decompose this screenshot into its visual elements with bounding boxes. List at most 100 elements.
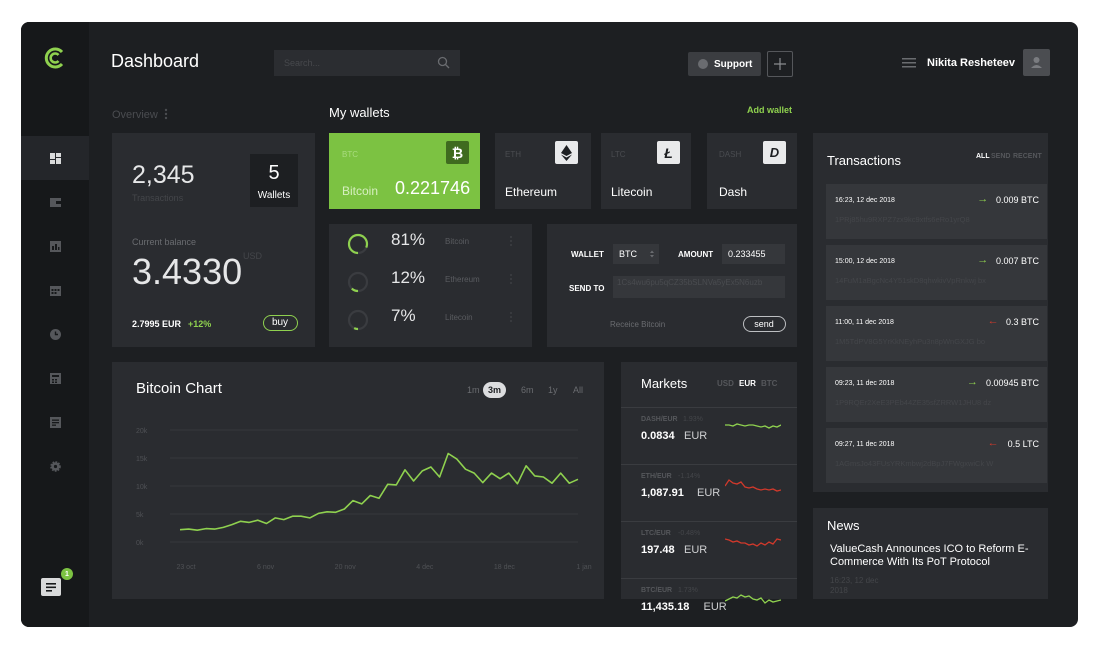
y-tick-label: 15k (136, 456, 148, 463)
arrow-left-icon: ← (987, 315, 999, 327)
wallet-code: LTC (611, 150, 626, 159)
wallet-select[interactable]: BTC (613, 244, 659, 264)
menu-icon[interactable] (902, 58, 916, 68)
support-label: Support (714, 59, 753, 70)
wallet-card-ltc[interactable]: LTC Ł Litecoin (601, 133, 691, 209)
send-to-value: 1Cs4wu6pu5qCZ35bSLNVa5yEx5N6uzb (617, 278, 763, 287)
market-value: 11,435.18 (641, 601, 690, 613)
sidebar-item-calculator[interactable] (21, 356, 89, 400)
wallets-count-box[interactable]: 5 Wallets (250, 154, 298, 207)
sidebar-item-wallet[interactable] (21, 180, 89, 224)
send-to-input[interactable]: 1Cs4wu6pu5qCZ35bSLNVa5yEx5N6uzb (613, 276, 785, 298)
market-currency-USD[interactable]: USD (717, 379, 734, 388)
market-pair: DASH/EUR (641, 416, 678, 423)
sparkline (725, 538, 781, 547)
wallet-icon (49, 197, 61, 207)
sidebar-item-documents[interactable] (21, 400, 89, 444)
x-tick-label: 6 nov (257, 564, 275, 571)
distribution-row[interactable]: 7% Litecoin (329, 300, 532, 338)
user-name[interactable]: Nikita Resheteev (927, 57, 1015, 69)
trend-up-sparkline (725, 423, 781, 429)
distribution-row[interactable]: 81% Bitcoin (329, 224, 532, 262)
support-button[interactable]: Support (688, 52, 761, 76)
transaction-address: 1M5TdPV8G5YrKkNEyhPu3n8pWnGXJG bo (835, 337, 986, 346)
transaction-address: 14FuM1aBgcNc4Y51skD8qhwkivVpRnkwj bx (835, 276, 986, 285)
sidebar: 1 (21, 22, 89, 627)
market-row[interactable]: ETH/EUR -1.14% 1,087.91 EUR (621, 464, 797, 521)
market-pair: BTC/EUR (641, 587, 673, 594)
distribution-ring (347, 233, 369, 255)
market-currency-BTC[interactable]: BTC (761, 379, 777, 388)
arrow-left-icon: ← (987, 437, 999, 449)
buy-button[interactable]: buy (263, 315, 298, 331)
send-to-label: SEND TO (569, 284, 605, 293)
wallet-code: BTC (342, 150, 358, 159)
market-row[interactable]: LTC/EUR -0.48% 197.48 EUR (621, 521, 797, 578)
select-arrows-icon (650, 250, 654, 258)
add-button[interactable] (767, 51, 793, 77)
avatar[interactable] (1023, 49, 1050, 76)
market-currency-EUR[interactable]: EUR (739, 379, 756, 388)
sidebar-item-dashboard[interactable] (21, 136, 89, 180)
wallet-card-btc[interactable]: BTC ₿ Bitcoin 0.221746 (329, 133, 480, 209)
search-input[interactable]: Search... (274, 50, 460, 76)
wallet-card-eth[interactable]: ETH Ethereum (495, 133, 591, 209)
send-button[interactable]: send (743, 316, 786, 332)
eur-change: +12% (188, 319, 212, 329)
sparkline (725, 479, 781, 492)
arrow-right-icon: → (977, 254, 989, 266)
market-unit: EUR (697, 487, 721, 499)
dash-icon: D (763, 141, 786, 164)
ethereum-icon (555, 141, 578, 164)
wallet-name: Ethereum (505, 185, 558, 199)
distribution-name: Ethereum (445, 275, 480, 284)
sidebar-item-calendar[interactable] (21, 268, 89, 312)
tx-tab-all[interactable]: ALL (976, 153, 990, 160)
add-wallet-link[interactable]: Add wallet (747, 105, 792, 115)
sidebar-item-chart[interactable] (21, 224, 89, 268)
arrow-right-icon: → (977, 193, 989, 205)
wallet-card-dash[interactable]: DASH D Dash (707, 133, 797, 209)
market-row[interactable]: DASH/EUR 1.93% 0.0834 EUR (621, 407, 797, 464)
transaction-item[interactable]: 09:27, 11 dec 2018 0.5 LTC ← 1AGmsJo43FUsYR… (826, 428, 1047, 483)
sidebar-item-history[interactable] (21, 312, 89, 356)
transaction-address: 1P9RQEr2XeE3PEb44ZE35sfZRRW1JHU8 dz (835, 398, 992, 407)
balance-label: Current balance (132, 237, 197, 247)
bitcoin-icon: ₿ (446, 141, 469, 164)
more-dot (510, 278, 512, 280)
sparkline (725, 423, 781, 429)
market-change: 1.93% (683, 416, 703, 423)
wallet-name: Bitcoin (342, 184, 379, 198)
search-icon[interactable] (437, 56, 450, 69)
transaction-item[interactable]: 11:00, 11 dec 2018 0.3 BTC ← 1M5TdPV8G5YrKk… (826, 306, 1047, 361)
transaction-item[interactable]: 16:23, 12 dec 2018 0.009 BTC → 1PRj85hu9RXP… (826, 184, 1047, 239)
amount-input[interactable]: 0.233455 (722, 244, 785, 264)
market-value: 1,087.91 (641, 487, 684, 499)
market-change: 1.73% (678, 587, 698, 594)
market-pair: ETH/EUR (641, 473, 672, 480)
trend-down-sparkline (725, 538, 781, 547)
news-time: 16:23, 12 dec 2018 (830, 576, 879, 595)
transaction-item[interactable]: 15:00, 12 dec 2018 0.007 BTC → 14FuM1aBgcNc… (826, 245, 1047, 300)
news-headline[interactable]: ValueCash Announces ICO to Reform E-Comm… (830, 543, 1040, 569)
eur-value: 2.7995 EUR (132, 319, 182, 329)
receive-link[interactable]: Receice Bitcoin (610, 320, 665, 329)
market-row[interactable]: BTC/EUR 1.73% 11,435.18 EUR (621, 578, 797, 627)
tx-tab-send[interactable]: SEND (991, 153, 1010, 160)
transaction-item[interactable]: 09:23, 11 dec 2018 0.00945 BTC → 1P9RQEr2Xe… (826, 367, 1047, 422)
amount-field-label: AMOUNT (678, 250, 714, 259)
x-tick-label: 4 dec (416, 564, 434, 571)
sidebar-item-settings[interactable] (21, 444, 89, 488)
ring-track (347, 271, 369, 293)
more-icon[interactable] (164, 108, 168, 120)
tx-tab-recent[interactable]: RECENT (1013, 153, 1042, 160)
chat-button[interactable] (41, 578, 61, 596)
distribution-panel: 81% Bitcoin 12% Ethereum 7% Litecoin (329, 224, 532, 347)
more-dot (510, 316, 512, 318)
trend-up-sparkline (725, 594, 781, 604)
more-dot (510, 274, 512, 276)
logo-icon[interactable] (43, 46, 67, 70)
transaction-amount: 0.5 LTC (1007, 439, 1039, 449)
distribution-row[interactable]: 12% Ethereum (329, 262, 532, 300)
transaction-time: 09:27, 11 dec 2018 (835, 441, 895, 448)
